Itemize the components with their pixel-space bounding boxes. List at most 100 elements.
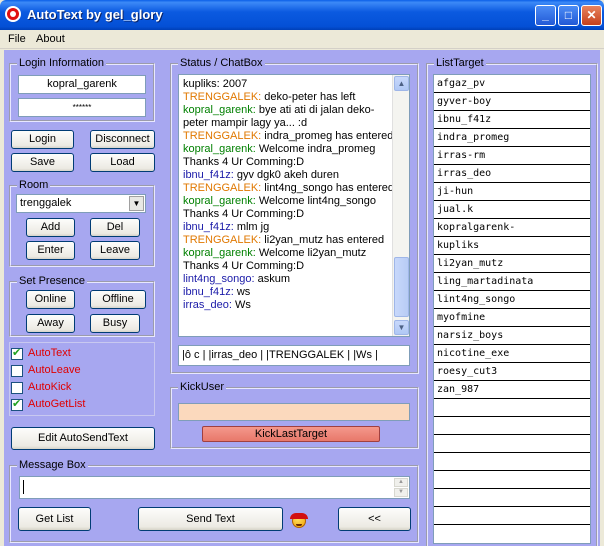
chat-text: peter mampir lagy ya... :d (183, 117, 308, 129)
autoleave-checkbox[interactable] (11, 365, 23, 377)
username-field[interactable]: kopral_garenk (18, 75, 146, 94)
chat-sender: kopral_garenk: (183, 143, 256, 155)
emoticon-icon[interactable] (290, 513, 308, 528)
client-area: Login Information kopral_garenk ****** L… (4, 50, 600, 546)
room-group-title: Room (17, 179, 51, 191)
autogetlist-checkbox[interactable] (11, 397, 23, 411)
list-item[interactable] (434, 435, 590, 453)
save-button[interactable]: Save (11, 153, 74, 172)
list-item[interactable] (434, 417, 590, 435)
list-item[interactable]: gyver-boy (434, 93, 590, 111)
close-button[interactable]: ✕ (581, 5, 602, 26)
login-button[interactable]: Login (11, 130, 74, 149)
chat-text: mlm jg (233, 221, 270, 233)
chat-sender: lint4ng_songo: (183, 273, 255, 285)
list-item[interactable] (434, 507, 590, 525)
chat-text: Welcome indra_promeg (255, 143, 376, 155)
password-field[interactable]: ****** (18, 98, 146, 117)
offline-button[interactable]: Offline (90, 290, 146, 309)
message-input[interactable]: ▲ ▼ (19, 476, 410, 499)
text-caret (23, 480, 24, 494)
scroll-down-icon[interactable]: ▼ (394, 320, 409, 335)
chat-text: bye ati ati di jalan deko- (255, 104, 375, 116)
list-item[interactable]: jual.k (434, 201, 590, 219)
list-item[interactable] (434, 453, 590, 471)
disconnect-button[interactable]: Disconnect (90, 130, 155, 149)
chat-sender: ibnu_f41z: (183, 169, 234, 181)
away-button[interactable]: Away (26, 314, 75, 333)
chat-message: peter mampir lagy ya... :d (183, 117, 307, 130)
list-item[interactable] (434, 399, 590, 417)
message-scroll-up-icon[interactable]: ▲ (394, 478, 408, 487)
chat-text: Thanks 4 Ur Comming:D (183, 156, 305, 168)
busy-button[interactable]: Busy (90, 314, 140, 333)
scroll-thumb[interactable] (394, 257, 409, 317)
list-item[interactable] (434, 471, 590, 489)
app-icon (5, 6, 21, 22)
list-item[interactable]: myofmine (434, 309, 590, 327)
chat-scrollbar[interactable]: ▲ ▼ (392, 75, 409, 336)
chat-sender: TRENGGALEK: (183, 130, 262, 142)
chat-text: Thanks 4 Ur Comming:D (183, 208, 305, 220)
list-item[interactable]: indra_promeg (434, 129, 590, 147)
list-item[interactable]: irras-rm (434, 147, 590, 165)
list-item[interactable]: kopralgarenk- (434, 219, 590, 237)
list-item[interactable]: narsiz_boys (434, 327, 590, 345)
list-item[interactable]: kupliks (434, 237, 590, 255)
chat-message: kopral_garenk: bye ati ati di jalan deko… (183, 104, 374, 117)
list-item[interactable]: nicotine_exe (434, 345, 590, 363)
list-item[interactable]: lint4ng_songo (434, 291, 590, 309)
message-scroll-down-icon[interactable]: ▼ (394, 488, 408, 497)
room-add-button[interactable]: Add (26, 218, 75, 237)
kick-user-input[interactable] (178, 403, 410, 421)
autokick-label: AutoKick (28, 381, 72, 393)
chat-text: Ws (231, 299, 251, 311)
autokick-checkbox[interactable] (11, 382, 23, 394)
chat-message: lint4ng_songo: askum (183, 273, 290, 286)
chat-message: Thanks 4 Ur Comming:D (183, 260, 304, 273)
send-text-button[interactable]: Send Text (138, 507, 283, 531)
login-group-title: Login Information (17, 57, 106, 69)
list-item[interactable]: roesy_cut3 (434, 363, 590, 381)
chevron-down-icon[interactable]: ▼ (129, 196, 144, 211)
list-item[interactable]: ibnu_f41z (434, 111, 590, 129)
back-button[interactable]: << (338, 507, 411, 531)
chat-text: ws (233, 286, 251, 298)
chat-text: Thanks 4 Ur Comming:D (183, 260, 305, 272)
chat-message: TRENGGALEK: lint4ng_songo has entered (183, 182, 394, 195)
window-title: AutoText by gel_glory (27, 7, 163, 22)
load-button[interactable]: Load (90, 153, 155, 172)
room-enter-button[interactable]: Enter (26, 241, 75, 260)
get-list-button[interactable]: Get List (18, 507, 91, 531)
target-list[interactable]: afgaz_pv gyver-boy ibnu_f41z indra_promeg ir… (433, 74, 591, 544)
minimize-button[interactable]: _ (535, 5, 556, 26)
list-item[interactable]: afgaz_pv (434, 75, 590, 93)
chat-sender: ibnu_f41z: (183, 221, 234, 233)
chat-log[interactable]: kupliks: 2007 TRENGGALEK: deko-peter has … (178, 74, 410, 337)
list-item[interactable]: li2yan_mutz (434, 255, 590, 273)
scroll-up-icon[interactable]: ▲ (394, 76, 409, 91)
list-item[interactable]: irras_deo (434, 165, 590, 183)
list-item[interactable]: zan_987 (434, 381, 590, 399)
online-button[interactable]: Online (26, 290, 75, 309)
list-item[interactable]: ji-hun (434, 183, 590, 201)
listtarget-group-title: ListTarget (434, 57, 486, 69)
autotext-checkbox[interactable] (11, 346, 23, 360)
edit-autosendtext-button[interactable]: Edit AutoSendText (11, 427, 155, 450)
chat-text: askum (254, 273, 291, 285)
room-select[interactable]: trenggalek ▼ (16, 194, 146, 213)
message-scrollbar[interactable]: ▲ ▼ (394, 478, 408, 497)
list-item[interactable]: ling_martadinata (434, 273, 590, 291)
maximize-button[interactable]: □ (558, 5, 579, 26)
chat-message: irras_deo: Ws (183, 299, 251, 312)
menu-about[interactable]: About (36, 33, 65, 45)
room-leave-button[interactable]: Leave (90, 241, 140, 260)
chat-message: kopral_garenk: Welcome lint4ng_songo (183, 195, 376, 208)
chat-sender: kopral_garenk: (183, 104, 256, 116)
title-bar[interactable]: AutoText by gel_glory _ □ ✕ (0, 0, 604, 30)
menu-file[interactable]: File (8, 33, 26, 45)
chat-message: kopral_garenk: Welcome li2yan_mutz (183, 247, 366, 260)
kick-last-target-button[interactable]: KickLastTarget (202, 426, 380, 442)
room-del-button[interactable]: Del (90, 218, 140, 237)
list-item[interactable] (434, 489, 590, 507)
